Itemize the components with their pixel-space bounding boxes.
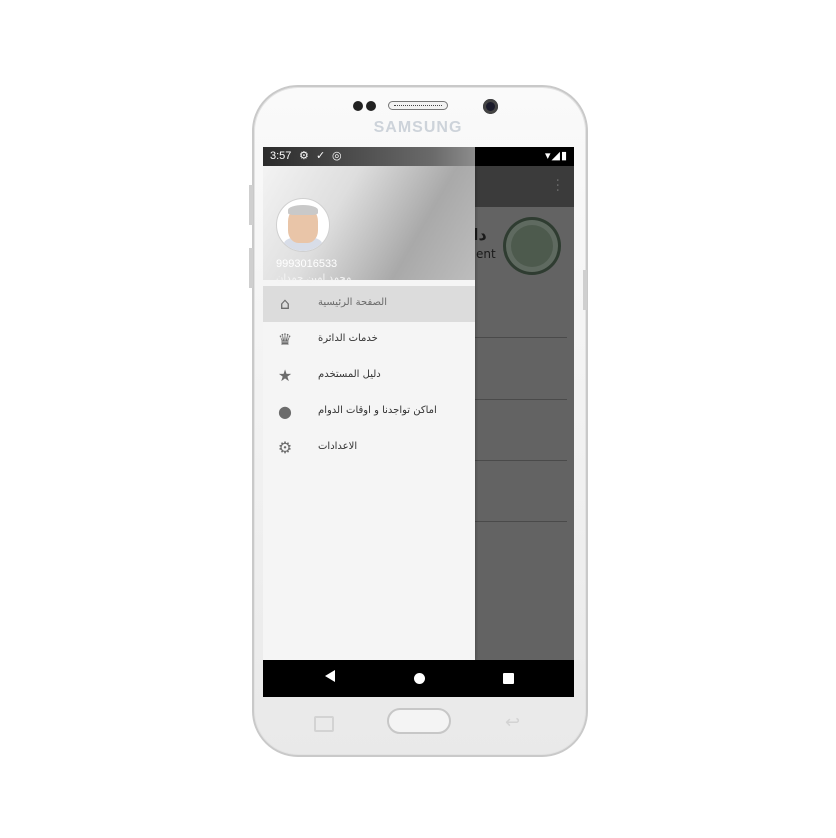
back-icon[interactable] bbox=[325, 670, 335, 682]
menu-item-user-guide[interactable]: ★ دليل المستخدم bbox=[263, 358, 475, 394]
navigation-bar bbox=[263, 660, 574, 697]
volume-down-button bbox=[249, 248, 253, 288]
power-button bbox=[583, 270, 587, 310]
avatar-hair bbox=[288, 205, 318, 215]
drawer-status-overlay: 3:57 ⚙ ✓ ◎ bbox=[263, 147, 475, 166]
avatar[interactable] bbox=[276, 198, 330, 252]
hardware-home-button[interactable] bbox=[387, 708, 451, 734]
volume-up-button bbox=[249, 185, 253, 225]
proximity-sensor bbox=[353, 101, 363, 111]
earpiece-speaker bbox=[388, 101, 448, 110]
signal-icon: ◢ bbox=[551, 150, 561, 162]
navigation-drawer: 3:57 ⚙ ✓ ◎ 9993016533 محمد امين حمدان ⌂ … bbox=[263, 147, 475, 660]
menu-item-label: الصفحة الرئيسية bbox=[318, 297, 387, 308]
star-icon: ★ bbox=[277, 366, 293, 385]
download-done-icon: ✓ bbox=[316, 149, 326, 162]
globe-icon: ● bbox=[278, 402, 292, 421]
menu-item-label: الاعدادات bbox=[318, 441, 358, 452]
brand-logo: SAMSUNG bbox=[373, 119, 463, 136]
home-button-icon[interactable] bbox=[414, 673, 425, 684]
menu-item-label: اماكن تواجدنا و اوقات الدوام bbox=[318, 405, 437, 416]
menu-item-services[interactable]: ♛ خدمات الدائرة bbox=[263, 322, 475, 358]
status-right-icons: ▾◢▮ bbox=[545, 149, 568, 162]
screen: ▾◢▮ · · · دا ent 3:57 ⚙ ✓ ◎ 9993016533 محم… bbox=[263, 147, 574, 697]
user-phone: 9993016533 bbox=[276, 258, 338, 270]
hardware-back-icon[interactable]: ↩ bbox=[505, 712, 520, 733]
user-name: محمد امين حمدان bbox=[276, 273, 352, 284]
settings-icon: ⚙ bbox=[277, 438, 293, 457]
drawer-menu: ⌂ الصفحة الرئيسية ♛ خدمات الدائرة ★ دليل… bbox=[263, 286, 475, 466]
gear-icon: ⚙ bbox=[299, 149, 309, 162]
battery-icon: ▮ bbox=[560, 150, 568, 162]
menu-item-settings[interactable]: ⚙ الاعدادات bbox=[263, 430, 475, 466]
home-icon: ⌂ bbox=[279, 294, 291, 313]
menu-item-locations[interactable]: ● اماكن تواجدنا و اوقات الدوام bbox=[263, 394, 475, 430]
drawer-header: 9993016533 محمد امين حمدان bbox=[263, 166, 475, 284]
data-saver-icon: ◎ bbox=[332, 149, 342, 162]
crown-icon: ♛ bbox=[277, 330, 293, 349]
status-time: 3:57 bbox=[270, 150, 292, 162]
recents-icon[interactable] bbox=[503, 673, 514, 684]
light-sensor bbox=[366, 101, 376, 111]
menu-item-label: خدمات الدائرة bbox=[318, 333, 378, 344]
front-camera bbox=[483, 99, 498, 114]
menu-item-label: دليل المستخدم bbox=[318, 369, 381, 380]
menu-item-home[interactable]: ⌂ الصفحة الرئيسية bbox=[263, 286, 475, 322]
hardware-recents-icon[interactable] bbox=[314, 716, 334, 732]
